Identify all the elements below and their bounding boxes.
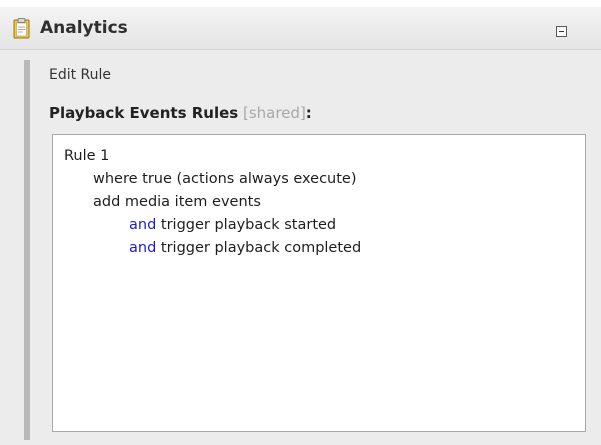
edit-rule-label: Edit Rule: [49, 67, 112, 83]
clause-text: trigger playback started: [156, 217, 337, 233]
rule-clause[interactable]: and trigger playback completed: [129, 239, 361, 257]
section-indent-bar: [24, 60, 30, 440]
panel-title: Analytics: [40, 18, 128, 38]
and-keyword[interactable]: and: [129, 240, 156, 256]
rule-name[interactable]: Rule 1: [64, 147, 109, 165]
minus-icon[interactable]: [556, 26, 567, 37]
clipboard-icon: [13, 18, 30, 39]
rule-clause[interactable]: and trigger playback started: [129, 216, 336, 234]
shared-tag: [shared]: [242, 104, 306, 122]
analytics-panel: Analytics Edit Rule Playback Events Rule…: [0, 0, 601, 445]
and-keyword[interactable]: and: [129, 217, 156, 233]
rules-title-text: Playback Events Rules: [49, 104, 239, 122]
rules-section-title: Playback Events Rules [shared]:: [49, 103, 312, 123]
clause-text: trigger playback completed: [156, 240, 362, 256]
panel-header[interactable]: Analytics: [0, 7, 601, 50]
rule-action[interactable]: add media item events: [93, 193, 261, 211]
top-strip: [0, 0, 601, 7]
rules-title-colon: :: [305, 104, 312, 122]
rule-editor-box[interactable]: Rule 1 where true (actions always execut…: [52, 134, 586, 432]
rule-condition[interactable]: where true (actions always execute): [93, 170, 357, 188]
